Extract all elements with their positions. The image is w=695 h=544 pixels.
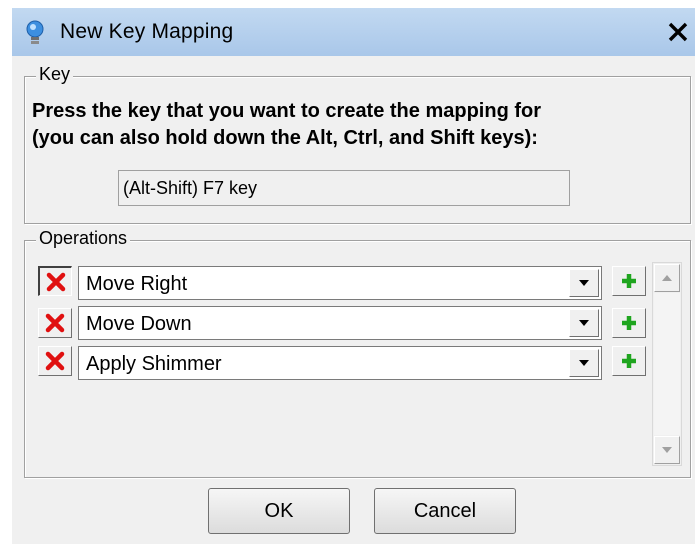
add-operation-button[interactable] — [612, 308, 646, 338]
key-instruction: Press the key that you want to create th… — [32, 98, 672, 152]
dropdown-arrow-button[interactable] — [569, 269, 599, 297]
lightbulb-icon — [26, 20, 44, 44]
add-plus-icon — [622, 274, 636, 288]
operation-select[interactable]: Apply Shimmer — [78, 346, 602, 380]
remove-x-icon — [46, 272, 65, 291]
remove-x-icon — [45, 313, 65, 333]
ok-button[interactable]: OK — [208, 488, 350, 534]
new-key-mapping-dialog: New Key Mapping Key Press the key that y… — [0, 0, 695, 544]
operations-scrollbar[interactable] — [652, 262, 682, 466]
chevron-down-icon — [579, 360, 589, 366]
operation-select[interactable]: Move Down — [78, 306, 602, 340]
remove-operation-button[interactable] — [38, 346, 72, 376]
instruction-line-1: Press the key that you want to create th… — [32, 100, 542, 122]
remove-operation-button[interactable] — [38, 308, 72, 338]
window-title: New Key Mapping — [60, 20, 234, 43]
dropdown-arrow-button[interactable] — [569, 309, 599, 337]
add-plus-icon — [622, 354, 636, 368]
chevron-down-icon — [579, 320, 589, 326]
title-bar: New Key Mapping — [12, 8, 695, 56]
chevron-up-icon — [662, 275, 672, 281]
scroll-up-button[interactable] — [654, 264, 680, 292]
remove-operation-button[interactable] — [38, 266, 72, 296]
screen-top-edge — [0, 0, 695, 8]
chevron-down-icon — [662, 447, 672, 453]
operation-select-value: Move Down — [86, 313, 192, 335]
screen-left-edge — [0, 8, 12, 544]
close-button[interactable] — [665, 18, 691, 46]
operation-select[interactable]: Move Right — [78, 266, 602, 300]
chevron-down-icon — [579, 280, 589, 286]
operation-select-value: Apply Shimmer — [86, 353, 222, 375]
key-group-label: Key — [36, 64, 74, 85]
add-operation-button[interactable] — [612, 346, 646, 376]
remove-x-icon — [45, 351, 65, 371]
dropdown-arrow-button[interactable] — [569, 349, 599, 377]
scroll-track[interactable] — [654, 293, 680, 435]
operations-group-label: Operations — [36, 228, 131, 249]
instruction-line-2: (you can also hold down the Alt, Ctrl, a… — [32, 127, 538, 149]
key-display-field[interactable]: (Alt-Shift) F7 key — [118, 170, 570, 206]
close-icon — [668, 22, 688, 42]
operation-select-value: Move Right — [86, 273, 188, 295]
add-operation-button[interactable] — [612, 266, 646, 296]
scroll-down-button[interactable] — [654, 436, 680, 464]
cancel-button[interactable]: Cancel — [374, 488, 516, 534]
add-plus-icon — [622, 316, 636, 330]
